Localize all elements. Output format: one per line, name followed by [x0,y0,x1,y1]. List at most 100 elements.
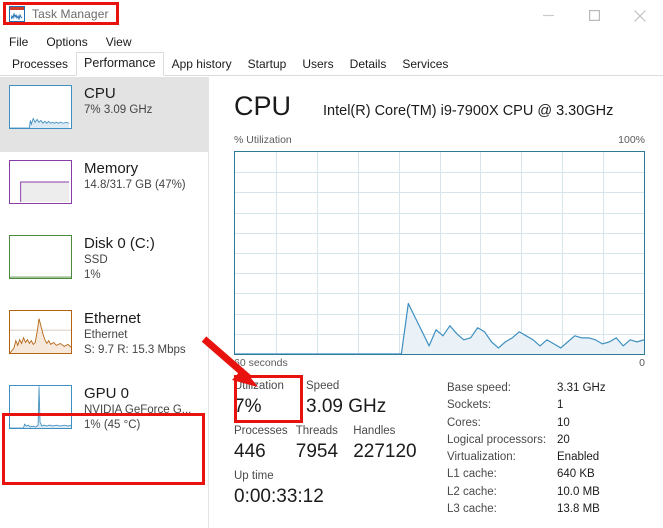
spec-sockets-key: Sockets: [447,399,492,412]
disk-mini-graph [9,235,72,279]
stat-processes-value: 446 [234,441,266,462]
sidebar-memory-sub: 14.8/31.7 GB (47%) [84,179,186,191]
sidebar-item-disk-0[interactable]: Disk 0 (C:) SSD 1% [0,227,208,302]
resource-sidebar[interactable]: CPU 7% 3.09 GHz Memory 14.8/31.7 GB (47%… [0,77,209,528]
task-manager-icon [9,6,25,22]
sidebar-ethernet-text: Ethernet Ethernet S: 9.7 R: 15.3 Mbps [84,310,186,358]
spec-virtualization-key: Virtualization: [447,451,516,464]
sidebar-gpu-sub2: 1% (45 °C) [84,419,141,431]
sidebar-item-ethernet[interactable]: Ethernet Ethernet S: 9.7 R: 15.3 Mbps [0,302,208,377]
sidebar-disk-sub1: SSD [84,254,108,266]
spec-l1-cache-value: 640 KB [557,468,595,481]
cpu-header: CPU Intel(R) Core(TM) i9-7900X CPU @ 3.3… [234,91,613,121]
spec-logical-processors-value: 20 [557,433,570,446]
sidebar-ethernet-sub2: S: 9.7 R: 15.3 Mbps [84,344,186,356]
performance-detail-panel: CPU Intel(R) Core(TM) i9-7900X CPU @ 3.3… [210,77,663,528]
window-controls [525,0,663,31]
tab-details[interactable]: Details [342,54,395,76]
sidebar-item-gpu-0[interactable]: GPU 0 NVIDIA GeForce G... 1% (45 °C) [0,377,208,452]
stat-utilization-label: Utilization [234,380,284,392]
tab-startup[interactable]: Startup [240,54,295,76]
stat-uptime: Up time 0:00:33:12 [234,469,324,509]
window-title: Task Manager [32,7,109,21]
chart-y-axis-label: % Utilization [234,134,292,146]
cpu-model: Intel(R) Core(TM) i9-7900X CPU @ 3.30GHz [323,103,614,119]
spec-cores-key: Cores: [447,416,481,429]
spec-logical-processors: Logical processors: 20 [447,432,657,449]
sidebar-ethernet-title: Ethernet [84,310,141,327]
stat-uptime-label: Up time [234,470,274,482]
maximize-icon [588,10,600,21]
sidebar-cpu-text: CPU 7% 3.09 GHz [84,85,152,118]
stat-threads-label: Threads [295,425,338,437]
menu-item-options[interactable]: Options [46,33,96,51]
chart-x-start-label: 60 seconds [234,357,288,369]
stat-processes: Processes 446 [234,424,296,464]
sidebar-disk-title: Disk 0 (C:) [84,235,155,252]
stat-speed: Speed 3.09 GHz [306,379,426,419]
title-bar-left: Task Manager [9,6,109,22]
chart-axis-labels: % Utilization 100% [234,134,645,146]
stat-utilization: Utilization 7% [234,375,306,423]
sidebar-gpu-sub1: NVIDIA GeForce G... [84,404,192,416]
stat-uptime-value: 0:00:33:12 [234,486,324,507]
spec-cores: Cores: 10 [447,415,657,432]
spec-base-speed: Base speed: 3.31 GHz [447,380,657,397]
spec-base-speed-key: Base speed: [447,382,511,394]
cpu-utilization-chart [234,151,645,355]
stat-speed-label: Speed [306,380,340,392]
stat-utilization-value: 7% [234,396,262,417]
sidebar-memory-text: Memory 14.8/31.7 GB (47%) [84,160,186,193]
menu-item-view[interactable]: View [106,33,141,51]
sidebar-item-cpu[interactable]: CPU 7% 3.09 GHz [0,77,208,152]
chart-y-max-label: 100% [618,134,645,146]
menu-item-file[interactable]: File [9,33,37,51]
stat-handles-value: 227120 [353,441,417,462]
sidebar-disk-sub2: 1% [84,269,101,281]
tab-services[interactable]: Services [394,54,456,76]
tab-performance[interactable]: Performance [76,52,164,76]
stat-speed-value: 3.09 GHz [306,396,387,417]
spec-sockets: Sockets: 1 [447,397,657,414]
task-manager-window: Task Manager File Options View Processes… [0,0,663,528]
stat-handles: Handles 227120 [353,424,439,464]
stat-threads-value: 7954 [295,441,339,462]
sidebar-disk-text: Disk 0 (C:) SSD 1% [84,235,155,283]
spec-sockets-value: 1 [557,399,564,412]
stats-row-1: Utilization 7% Speed 3.09 GHz [234,375,439,423]
cpu-specs-list: Base speed: 3.31 GHz Sockets: 1 Cores: 1… [447,380,657,518]
ethernet-mini-graph [9,310,72,354]
minimize-button[interactable] [525,0,571,31]
sidebar-item-memory[interactable]: Memory 14.8/31.7 GB (47%) [0,152,208,227]
gpu-mini-graph [9,385,72,429]
spec-l2-cache-value: 10.0 MB [557,485,600,498]
spec-l1-cache: L1 cache: 640 KB [447,466,657,483]
stats-row-3: Up time 0:00:33:12 [234,469,439,509]
tab-app-history[interactable]: App history [164,54,240,76]
tab-users[interactable]: Users [294,54,341,76]
sidebar-gpu-text: GPU 0 NVIDIA GeForce G... 1% (45 °C) [84,385,191,433]
spec-logical-processors-key: Logical processors: [447,433,547,446]
maximize-button[interactable] [571,0,617,31]
title-bar: Task Manager [0,0,663,31]
page-title: CPU [234,91,292,121]
cpu-utilization-chart-svg [235,152,644,354]
stat-handles-label: Handles [353,425,396,437]
spec-cores-value: 10 [557,416,570,429]
task-manager-icon-topbar [10,7,24,10]
task-manager-icon-graph [11,12,23,20]
sidebar-cpu-sub: 7% 3.09 GHz [84,104,153,116]
cpu-stats-primary: Utilization 7% Speed 3.09 GHz Processes … [234,375,439,514]
sidebar-cpu-title: CPU [84,85,116,102]
spec-l3-cache: L3 cache: 13.8 MB [447,501,657,518]
chart-time-labels: 60 seconds 0 [234,357,645,369]
tab-processes[interactable]: Processes [4,54,76,76]
spec-base-speed-value: 3.31 GHz [557,382,606,394]
stat-threads: Threads 7954 [296,424,353,464]
minimize-icon [542,14,554,17]
spec-l1-cache-key: L1 cache: [447,468,497,481]
tab-strip: Processes Performance App history Startu… [0,52,663,76]
close-icon [634,9,646,22]
close-button[interactable] [617,0,663,31]
sidebar-ethernet-sub1: Ethernet [84,329,128,341]
